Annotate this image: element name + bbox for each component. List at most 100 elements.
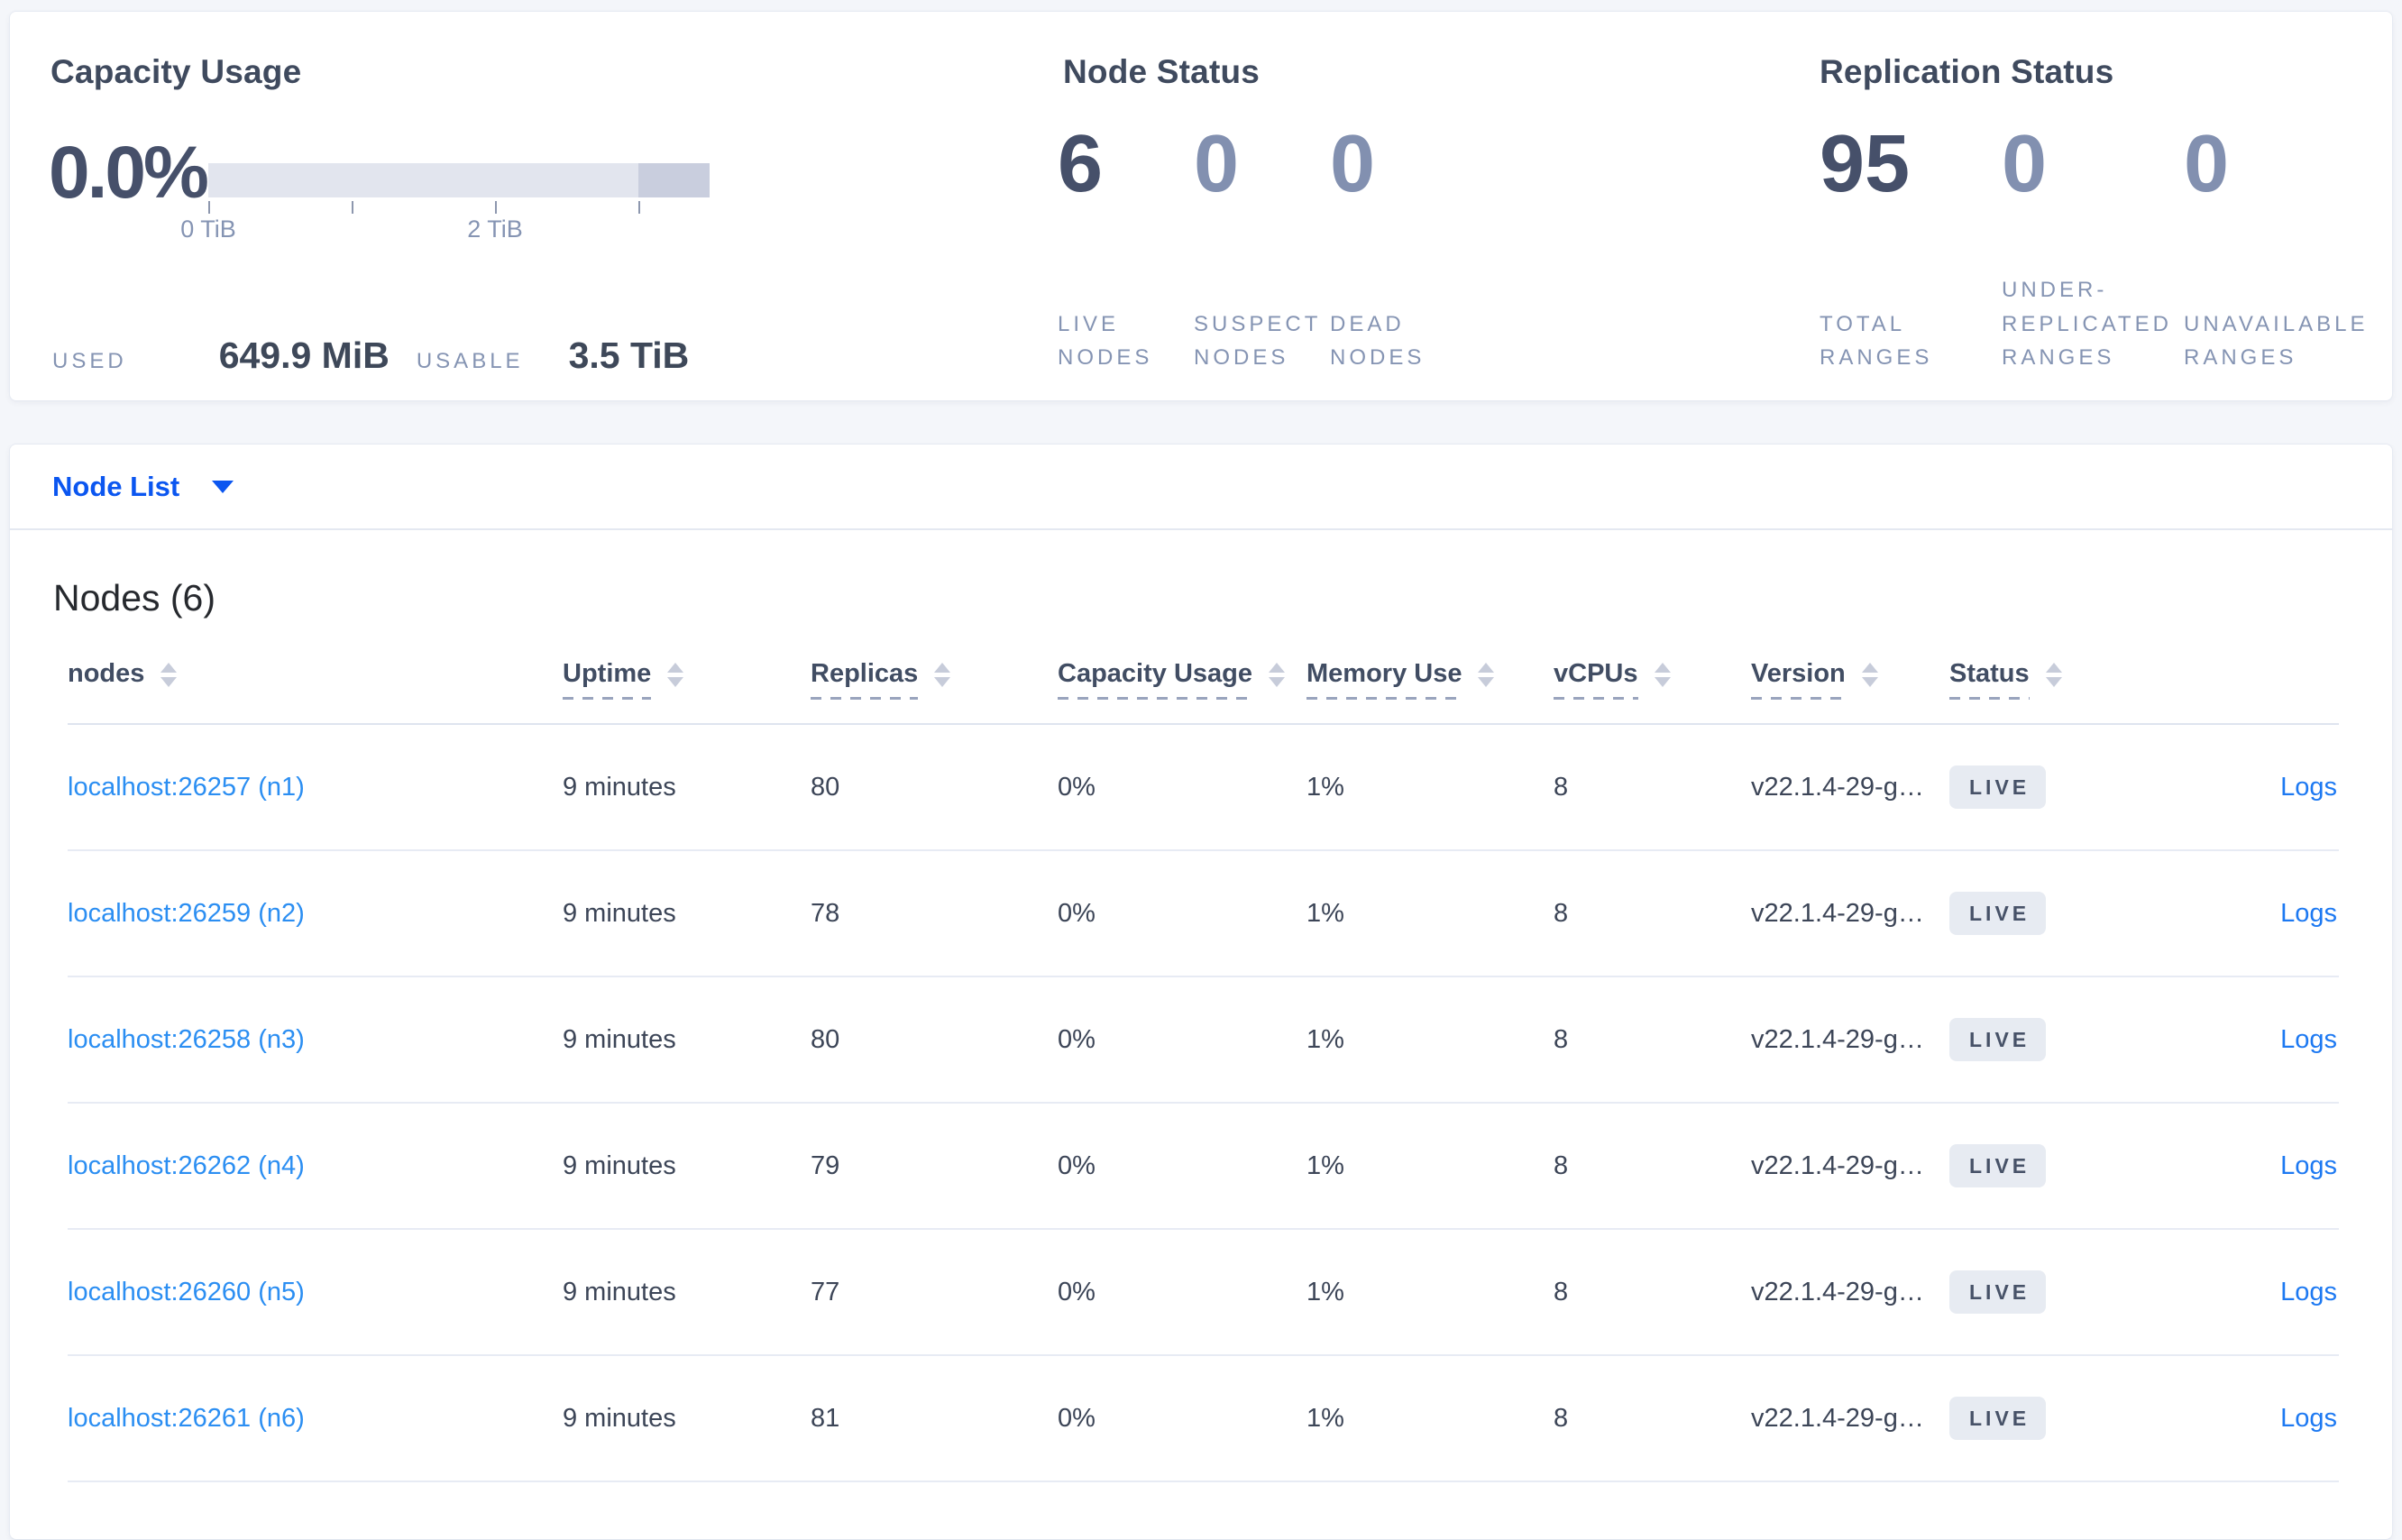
status-badge: LIVE: [1949, 1397, 2047, 1440]
used-value: 649.9 MiB: [218, 335, 390, 376]
node-link[interactable]: localhost:26258 (n3): [68, 1025, 305, 1054]
sort-arrows-icon: [2045, 663, 2062, 687]
column-header-replicas[interactable]: Replicas: [811, 654, 1058, 725]
replication-status-metrics: 95 TOTAL RANGES 0 UNDER-REPLICATED RANGES 0 U…: [1820, 124, 2402, 374]
status-cell: LIVE: [1949, 976, 2175, 1104]
column-header-status[interactable]: Status: [1949, 654, 2175, 725]
metric-value: 0: [1194, 119, 1240, 209]
version-cell: v22.1.4-29-g…: [1751, 850, 1949, 977]
node-address-cell: localhost:26260 (n5): [68, 1229, 563, 1356]
metric-label: UNDER-REPLICATED RANGES: [2002, 278, 2172, 370]
memory-use-cell: 1%: [1306, 1229, 1554, 1356]
node-link[interactable]: localhost:26257 (n1): [68, 773, 305, 802]
column-header-vcpus[interactable]: vCPUs: [1554, 654, 1751, 725]
capacity-axis-ticks: [208, 197, 710, 214]
summary-metric: 6 LIVE NODES: [1058, 124, 1194, 374]
summary-metric: 0 DEAD NODES: [1330, 124, 1466, 374]
axis-tick-label: 0 TiB: [180, 215, 236, 243]
node-table-row: localhost:26259 (n2) 9 minutes 78 0% 1% 8 v22.…: [68, 850, 2339, 977]
status-cell: LIVE: [1949, 1229, 2175, 1356]
replicas-cell: 80: [811, 976, 1058, 1104]
column-header-capacity_usage[interactable]: Capacity Usage: [1058, 654, 1306, 725]
capacity-usage-bar: 0 TiB 2 TiB: [180, 163, 710, 244]
node-address-cell: localhost:26258 (n3): [68, 976, 563, 1104]
status-badge: LIVE: [1949, 892, 2047, 935]
version-cell: v22.1.4-29-g…: [1751, 976, 1949, 1104]
node-address-cell: localhost:26261 (n6): [68, 1355, 563, 1482]
logs-cell: Logs: [2175, 1103, 2339, 1230]
view-selector-dropdown[interactable]: Node List: [52, 471, 234, 503]
axis-tick: [638, 201, 640, 214]
metric-label: UNAVAILABLE RANGES: [2184, 311, 2369, 370]
axis-tick: [495, 201, 497, 214]
node-link[interactable]: localhost:26259 (n2): [68, 899, 305, 928]
sort-arrows-icon: [934, 663, 951, 687]
column-header-memory_use[interactable]: Memory Use: [1306, 654, 1554, 725]
memory-use-cell: 1%: [1306, 1355, 1554, 1482]
vcpus-cell: 8: [1554, 724, 1751, 851]
version-cell: v22.1.4-29-g…: [1751, 1103, 1949, 1230]
sort-arrows-icon: [1269, 663, 1285, 687]
logs-link[interactable]: Logs: [2280, 1404, 2337, 1433]
sort-arrows-icon: [667, 663, 684, 687]
node-table-row: localhost:26262 (n4) 9 minutes 79 0% 1% 8 v22.…: [68, 1103, 2339, 1230]
usable-label: USABLE: [416, 349, 524, 373]
logs-link[interactable]: Logs: [2280, 899, 2337, 928]
capacity-usage-cell: 0%: [1058, 1103, 1306, 1230]
node-table-row: localhost:26261 (n6) 9 minutes 81 0% 1% 8 v22.…: [68, 1355, 2339, 1482]
column-label: Version: [1751, 659, 1846, 700]
column-label: nodes: [68, 659, 145, 688]
axis-tick: [352, 201, 353, 214]
capacity-usage-cell: 0%: [1058, 1229, 1306, 1356]
node-status-metrics: 6 LIVE NODES 0 SUSPECT NODES 0 DEAD NODES: [1058, 124, 1466, 374]
metric-label: SUSPECT NODES: [1194, 311, 1321, 370]
sort-arrows-icon: [1478, 663, 1495, 687]
uptime-cell: 9 minutes: [563, 1229, 811, 1356]
logs-link[interactable]: Logs: [2280, 1151, 2337, 1180]
column-header-version[interactable]: Version: [1751, 654, 1949, 725]
memory-use-cell: 1%: [1306, 724, 1554, 851]
vcpus-cell: 8: [1554, 1103, 1751, 1230]
summary-metric: 0 SUSPECT NODES: [1194, 124, 1330, 374]
capacity-stats: USED 649.9 MiB USABLE 3.5 TiB: [52, 335, 689, 377]
logs-link[interactable]: Logs: [2280, 1025, 2337, 1054]
vcpus-cell: 8: [1554, 976, 1751, 1104]
node-table-row: localhost:26258 (n3) 9 minutes 80 0% 1% 8 v22.…: [68, 976, 2339, 1104]
column-header-uptime[interactable]: Uptime: [563, 654, 811, 725]
capacity-bar-track: [208, 163, 710, 197]
node-list-card: Node List Nodes (6) nodes Uptime Replicas C…: [9, 444, 2393, 1540]
metric-value: 95: [1820, 119, 1911, 209]
overview-page: Capacity Usage 0.0% 0 TiB 2 TiB USED 649.…: [0, 0, 2402, 1540]
node-link[interactable]: localhost:26261 (n6): [68, 1404, 305, 1433]
node-link[interactable]: localhost:26262 (n4): [68, 1151, 305, 1180]
version-cell: v22.1.4-29-g…: [1751, 1355, 1949, 1482]
status-cell: LIVE: [1949, 724, 2175, 851]
status-badge: LIVE: [1949, 1018, 2047, 1061]
capacity-usage-title: Capacity Usage: [50, 53, 302, 90]
capacity-usage-cell: 0%: [1058, 850, 1306, 977]
logs-link[interactable]: Logs: [2280, 773, 2337, 802]
status-cell: LIVE: [1949, 1103, 2175, 1230]
replicas-cell: 80: [811, 724, 1058, 851]
usable-value: 3.5 TiB: [568, 335, 690, 376]
column-label: Status: [1949, 659, 2030, 700]
memory-use-cell: 1%: [1306, 976, 1554, 1104]
uptime-cell: 9 minutes: [563, 1103, 811, 1230]
replicas-cell: 79: [811, 1103, 1058, 1230]
capacity-used-percent: 0.0%: [49, 132, 209, 214]
node-link[interactable]: localhost:26260 (n5): [68, 1278, 305, 1306]
replicas-cell: 81: [811, 1355, 1058, 1482]
view-selector-label: Node List: [52, 470, 180, 502]
uptime-cell: 9 minutes: [563, 850, 811, 977]
uptime-cell: 9 minutes: [563, 1355, 811, 1482]
replicas-cell: 77: [811, 1229, 1058, 1356]
capacity-usage-cell: 0%: [1058, 724, 1306, 851]
status-cell: LIVE: [1949, 850, 2175, 977]
vcpus-cell: 8: [1554, 1229, 1751, 1356]
column-label: vCPUs: [1554, 659, 1638, 700]
logs-link[interactable]: Logs: [2280, 1278, 2337, 1306]
column-label: Capacity Usage: [1058, 659, 1252, 700]
column-header-node[interactable]: nodes: [68, 654, 563, 725]
nodes-table-header-row: nodes Uptime Replicas Capacity Usage Memory …: [68, 654, 2339, 725]
status-badge: LIVE: [1949, 1144, 2047, 1187]
